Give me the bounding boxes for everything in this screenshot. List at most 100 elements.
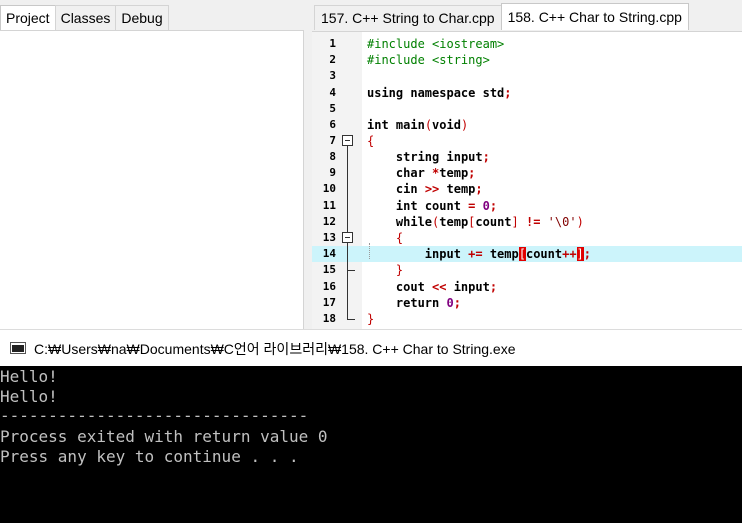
- code-line: 12 while(temp[count] != '\0'): [312, 214, 742, 231]
- code-token: cout: [395, 280, 433, 294]
- line-number: 15: [322, 263, 336, 276]
- code-line: 9 char *temp;: [312, 165, 742, 182]
- console-output[interactable]: Hello! Hello! --------------------------…: [0, 366, 742, 523]
- code-line: 8 string input;: [312, 149, 742, 166]
- tab-debug[interactable]: Debug: [115, 5, 169, 30]
- code-token: ;: [468, 166, 476, 180]
- code-line: 4 using namespace std;: [312, 85, 742, 101]
- line-number: 9: [329, 166, 336, 179]
- code-line: 17 return 0;: [312, 295, 742, 312]
- line-number: 2: [329, 53, 336, 66]
- line-number: 4: [329, 86, 336, 99]
- code-token: input: [439, 150, 483, 164]
- line-number: 3: [329, 69, 336, 82]
- code-token: using namespace std: [367, 86, 505, 100]
- code-token: }: [395, 263, 404, 277]
- ide-window: Project Classes Debug 157. C++ String to…: [0, 0, 742, 329]
- console-line: Process exited with return value 0: [0, 427, 328, 446]
- line-number: 1: [329, 37, 336, 50]
- left-panel-tabs: Project Classes Debug: [0, 5, 304, 31]
- indent-guide: [369, 243, 370, 259]
- console-window-icon: [10, 342, 26, 354]
- project-panel: [0, 30, 304, 329]
- code-token: ;: [489, 199, 498, 213]
- code-token: temp: [439, 215, 469, 229]
- code-line: 10 cin >> temp;: [312, 181, 742, 198]
- console-line: Hello!: [0, 387, 58, 406]
- code-line: 11 int count = 0;: [312, 198, 742, 215]
- code-line: 15 }: [312, 262, 742, 279]
- code-line: 7 {: [312, 133, 742, 150]
- tab-project[interactable]: Project: [0, 5, 56, 31]
- code-token: '\0': [547, 215, 577, 229]
- code-token: temp: [439, 182, 476, 196]
- line-number: 16: [322, 280, 336, 293]
- code-token: ;: [482, 150, 490, 164]
- code-token: main: [388, 118, 425, 132]
- code-line: 1 #include <iostream>: [312, 36, 742, 52]
- code-line-current: 14 input += temp[count++];: [312, 246, 742, 263]
- code-token: int: [395, 199, 418, 213]
- code-token: char: [395, 166, 425, 180]
- code-token: *: [424, 166, 440, 180]
- line-number: 17: [322, 296, 336, 309]
- code-line: 2 #include <string>: [312, 52, 742, 68]
- code-token: (: [424, 118, 433, 132]
- line-number: 8: [329, 150, 336, 163]
- code-token: >>: [424, 182, 440, 196]
- code-token: #include <iostream>: [367, 37, 505, 51]
- line-number: 14: [322, 247, 336, 260]
- code-token: temp: [439, 166, 469, 180]
- code-token: string: [395, 150, 440, 164]
- code-token: ): [576, 215, 584, 229]
- code-line: 18 }: [312, 311, 742, 327]
- editor-tab-157[interactable]: 157. C++ String to Char.cpp: [314, 5, 502, 30]
- matched-bracket: ]: [576, 247, 584, 261]
- code-token: count: [417, 199, 469, 213]
- line-number: 13: [322, 231, 336, 244]
- code-token: ++: [562, 247, 577, 261]
- code-token: ): [460, 118, 469, 132]
- code-token: ;: [583, 247, 592, 261]
- code-token: int: [367, 118, 389, 132]
- code-token: ;: [489, 280, 498, 294]
- code-token: input: [424, 247, 469, 261]
- line-number: 11: [322, 199, 336, 212]
- line-number: 7: [329, 134, 336, 147]
- tab-classes[interactable]: Classes: [54, 5, 117, 30]
- code-token: +=: [468, 247, 483, 261]
- console-line: Hello!: [0, 367, 58, 386]
- line-number: 5: [329, 102, 336, 115]
- code-token: ;: [475, 182, 483, 196]
- code-token: !=: [518, 215, 548, 229]
- code-token: count: [525, 247, 563, 261]
- code-editor[interactable]: 1 #include <iostream> 2 #include <string…: [312, 31, 742, 329]
- line-number: 6: [329, 118, 336, 131]
- code-line: 16 cout << input;: [312, 279, 742, 296]
- line-number: 12: [322, 215, 336, 228]
- code-token: input: [446, 280, 490, 294]
- code-token: count: [475, 215, 512, 229]
- code-token: temp: [482, 247, 519, 261]
- code-token: {: [367, 134, 375, 148]
- matched-bracket: [: [518, 247, 526, 261]
- console-title-bar[interactable]: C:₩Users₩na₩Documents₩C언어 라이브러리₩158. C++…: [0, 329, 742, 366]
- console-title: C:₩Users₩na₩Documents₩C언어 라이브러리₩158. C++…: [34, 341, 516, 357]
- fold-toggle[interactable]: [342, 133, 353, 150]
- code-token: ]: [511, 215, 519, 229]
- line-number: 10: [322, 182, 336, 195]
- code-line: 3: [312, 68, 742, 84]
- console-line: Press any key to continue . . .: [0, 447, 299, 466]
- code-token: cin: [395, 182, 425, 196]
- code-token: ;: [504, 86, 512, 100]
- code-token: while: [395, 215, 433, 229]
- line-number: 18: [322, 312, 336, 325]
- code-token: 0: [439, 296, 454, 310]
- editor-tab-158[interactable]: 158. C++ Char to String.cpp: [500, 3, 689, 30]
- code-token: return: [395, 296, 440, 310]
- code-token: <<: [432, 280, 447, 294]
- code-token: }: [367, 312, 375, 326]
- code-line: 5: [312, 101, 742, 117]
- console-line: --------------------------------: [0, 406, 309, 425]
- code-token: ;: [453, 296, 461, 310]
